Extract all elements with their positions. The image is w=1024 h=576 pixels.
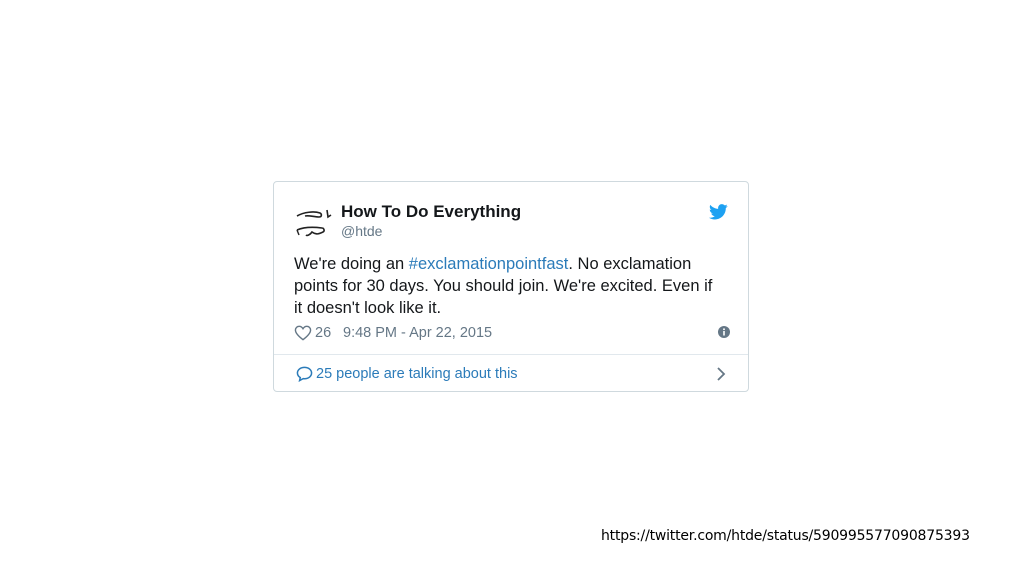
like-count[interactable]: 26 [315, 325, 331, 341]
timestamp[interactable]: 9:48 PM - Apr 22, 2015 [343, 325, 492, 341]
source-url[interactable]: https://twitter.com/htde/status/59099557… [601, 528, 970, 544]
tweet-text: We're doing an #exclamationpointfast. No… [294, 253, 714, 319]
chevron-right-icon[interactable] [716, 366, 726, 382]
display-name[interactable]: How To Do Everything [341, 202, 521, 222]
divider [274, 354, 748, 355]
conversation-text[interactable]: 25 people are talking about this [316, 366, 518, 382]
heart-icon[interactable] [294, 325, 312, 341]
conversation-link[interactable]: 25 people are talking about this [294, 364, 730, 386]
twitter-bird-icon[interactable] [709, 204, 728, 220]
tweet-card[interactable]: How To Do Everything @htde We're doing a… [273, 181, 749, 392]
hashtag-link[interactable]: #exclamationpointfast [409, 255, 569, 273]
htde-avatar-icon[interactable] [294, 202, 332, 242]
info-icon[interactable] [718, 326, 730, 338]
tweet-text-before: We're doing an [294, 255, 409, 273]
speech-bubble-icon [296, 366, 313, 382]
handle[interactable]: @htde [341, 223, 382, 239]
meta-row: 26 9:48 PM - Apr 22, 2015 [294, 324, 730, 342]
